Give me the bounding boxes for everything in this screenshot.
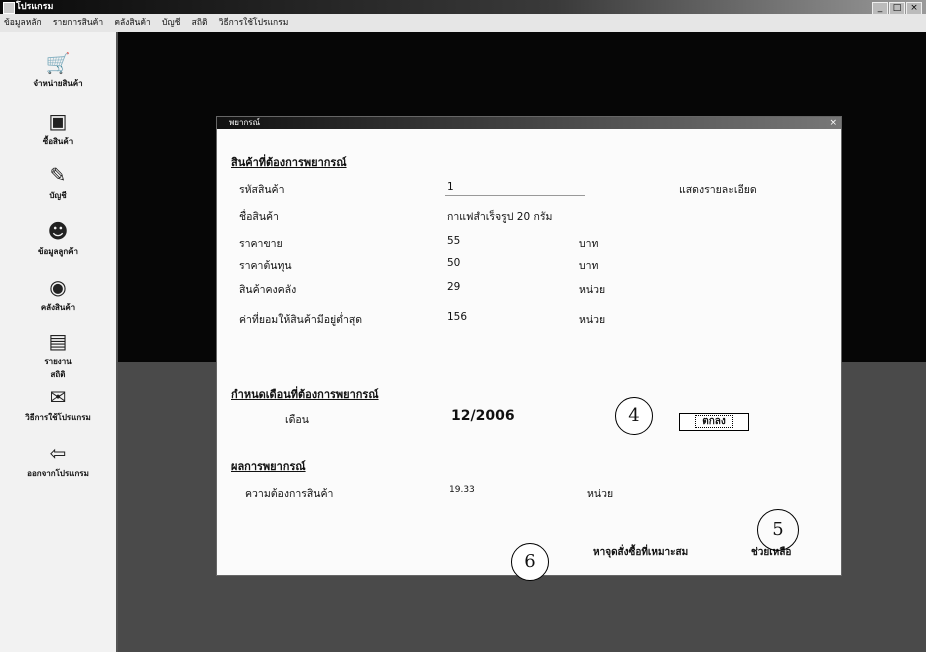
sidebar-item-report[interactable]: ▤ รายงาน: [0, 330, 116, 368]
sidebar-item-label: จำหน่ายสินค้า: [33, 79, 83, 88]
sidebar-item-label: วิธีการใช้โปรแกรม: [25, 413, 91, 422]
show-details-link[interactable]: แสดงรายละเอียด: [679, 181, 757, 198]
dialog-title: พยากรณ์: [229, 118, 261, 127]
result-section-heading: ผลการพยากรณ์: [231, 460, 306, 473]
sidebar-item-help-guide[interactable]: ✉ วิธีการใช้โปรแกรม: [0, 386, 116, 424]
ok-button[interactable]: ตกลง: [679, 413, 749, 431]
sidebar-item-customers[interactable]: ☻ ข้อมูลลูกค้า: [0, 220, 116, 258]
field-value-sale-price[interactable]: 55: [447, 235, 460, 247]
field-value-stock[interactable]: 29: [447, 281, 460, 293]
menu-help[interactable]: วิธีการใช้โปรแกรม: [215, 14, 293, 32]
field-value-product-code[interactable]: 1: [447, 181, 454, 193]
field-label-min-stock: ค่าที่ยอมให้สินค้ามีอยู่ต่ำสุด: [239, 314, 363, 326]
field-unit-stock: หน่วย: [579, 284, 606, 296]
product-section-heading: สินค้าที่ต้องการพยากรณ์: [231, 156, 347, 169]
field-value-min-stock[interactable]: 156: [447, 311, 467, 323]
sidebar-item-label: คลังสินค้า: [40, 303, 76, 312]
dialog-titlebar: พยากรณ์ ×: [217, 117, 841, 129]
sidebar: 🛒 จำหน่ายสินค้า ▣ ซื้อสินค้า ✎ บัญชี ☻ ข…: [0, 32, 118, 652]
field-label-product-name: ชื่อสินค้า: [239, 211, 279, 223]
result-unit: หน่วย: [587, 488, 614, 500]
window-controls: _ □ ×: [871, 1, 922, 15]
forecast-dialog: พยากรณ์ × สินค้าที่ต้องการพยากรณ์ แสดงรา…: [216, 116, 842, 581]
callout-5: 5: [757, 509, 799, 551]
month-label: เดือน: [285, 414, 309, 426]
sidebar-item-exit[interactable]: ⇦ ออกจากโปรแกรม: [0, 442, 116, 480]
month-section-heading: กำหนดเดือนที่ต้องการพยากรณ์: [231, 388, 379, 401]
window-title: โปรแกรม: [16, 2, 54, 12]
menu-warehouse[interactable]: คลังสินค้า: [110, 14, 155, 32]
menu-accounts[interactable]: บัญชี: [158, 14, 184, 32]
sidebar-item-label: รายงาน: [44, 357, 72, 366]
field-label-stock: สินค้าคงคลัง: [239, 284, 297, 296]
field-label-sale-price: ราคาขาย: [239, 238, 283, 250]
reorder-point-link[interactable]: หาจุดสั่งซื้อที่เหมาะสม: [593, 545, 688, 560]
ok-button-label: ตกลง: [695, 415, 733, 428]
field-value-product-name[interactable]: กาแฟสำเร็จรูป 20 กรัม: [447, 208, 552, 225]
dialog-close-icon[interactable]: ×: [829, 117, 837, 129]
result-label: ความต้องการสินค้า: [245, 488, 334, 500]
sidebar-item-purchase[interactable]: ▣ ซื้อสินค้า: [0, 110, 116, 148]
app-icon: [3, 2, 15, 14]
field-unit-cost-price: บาท: [579, 260, 599, 272]
callout-4: 4: [615, 397, 653, 435]
field-unit-min-stock: หน่วย: [579, 314, 606, 326]
customers-icon: ☻: [47, 219, 69, 243]
field-unit-sale-price: บาท: [579, 238, 599, 250]
sidebar-item-label: สถิติ: [50, 370, 66, 379]
sidebar-item-label: ออกจากโปรแกรม: [27, 469, 89, 478]
menu-main-data[interactable]: ข้อมูลหลัก: [0, 14, 46, 32]
cart-icon: 🛒: [45, 51, 71, 75]
sidebar-item-statistics[interactable]: สถิติ: [0, 368, 116, 381]
sidebar-item-sell[interactable]: 🛒 จำหน่ายสินค้า: [0, 52, 116, 90]
warehouse-icon: ◉: [49, 275, 67, 299]
sidebar-item-label: บัญชี: [49, 191, 67, 200]
report-icon: ▤: [48, 329, 68, 353]
field-label-product-code: รหัสสินค้า: [239, 184, 285, 196]
menu-statistics[interactable]: สถิติ: [188, 14, 212, 32]
result-value: 19.33: [449, 485, 475, 495]
menubar: ข้อมูลหลัก รายการสินค้า คลังสินค้า บัญชี…: [0, 14, 926, 33]
month-value[interactable]: 12/2006: [451, 408, 515, 424]
sidebar-item-label: ข้อมูลลูกค้า: [37, 247, 79, 256]
window-titlebar: โปรแกรม _ □ ×: [0, 0, 926, 15]
exit-icon: ⇦: [49, 441, 67, 465]
purchase-icon: ▣: [48, 109, 68, 133]
accounts-icon: ✎: [49, 163, 67, 187]
help-guide-icon: ✉: [49, 385, 67, 409]
field-label-cost-price: ราคาต้นทุน: [239, 260, 292, 272]
sidebar-item-warehouse[interactable]: ◉ คลังสินค้า: [0, 276, 116, 314]
sidebar-item-accounts[interactable]: ✎ บัญชี: [0, 164, 116, 202]
menu-products[interactable]: รายการสินค้า: [49, 14, 107, 32]
field-value-cost-price[interactable]: 50: [447, 257, 460, 269]
sidebar-item-label: ซื้อสินค้า: [42, 137, 74, 146]
field-underline: [445, 195, 585, 196]
callout-6: 6: [511, 543, 549, 581]
